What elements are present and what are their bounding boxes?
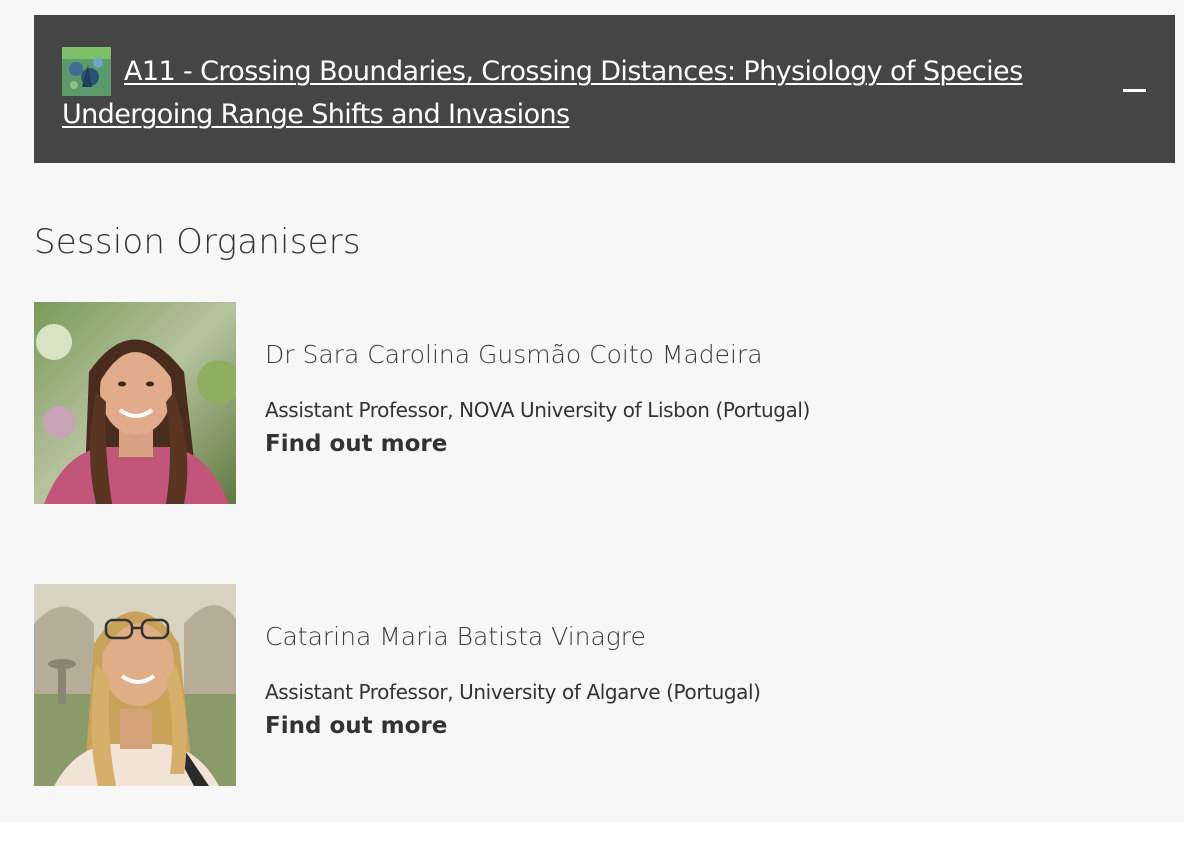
session-panel: A11 - Crossing Boundaries, Crossing Dist… (0, 0, 1184, 822)
organiser-role: Assistant Professor, University of Algar… (265, 680, 761, 704)
find-out-more-link[interactable]: Find out more (265, 431, 447, 457)
session-title-link[interactable]: A11 - Crossing Boundaries, Crossing Dist… (62, 50, 1062, 136)
organiser-card: Dr Sara Carolina Gusmão Coito Madeira As… (34, 302, 1034, 504)
organiser-name: Dr Sara Carolina Gusmão Coito Madeira (265, 340, 763, 369)
session-accordion-header[interactable]: A11 - Crossing Boundaries, Crossing Dist… (34, 15, 1175, 163)
organiser-role: Assistant Professor, NOVA University of … (265, 398, 810, 422)
organiser-card: Catarina Maria Batista Vinagre Assistant… (34, 584, 1034, 786)
organiser-name: Catarina Maria Batista Vinagre (265, 622, 646, 651)
organiser-photo (34, 584, 236, 786)
organiser-photo (34, 302, 236, 504)
minus-icon (1123, 89, 1146, 92)
find-out-more-link[interactable]: Find out more (265, 713, 447, 739)
session-organisers-heading: Session Organisers (34, 222, 361, 262)
collapse-minus-icon[interactable] (1121, 77, 1151, 107)
